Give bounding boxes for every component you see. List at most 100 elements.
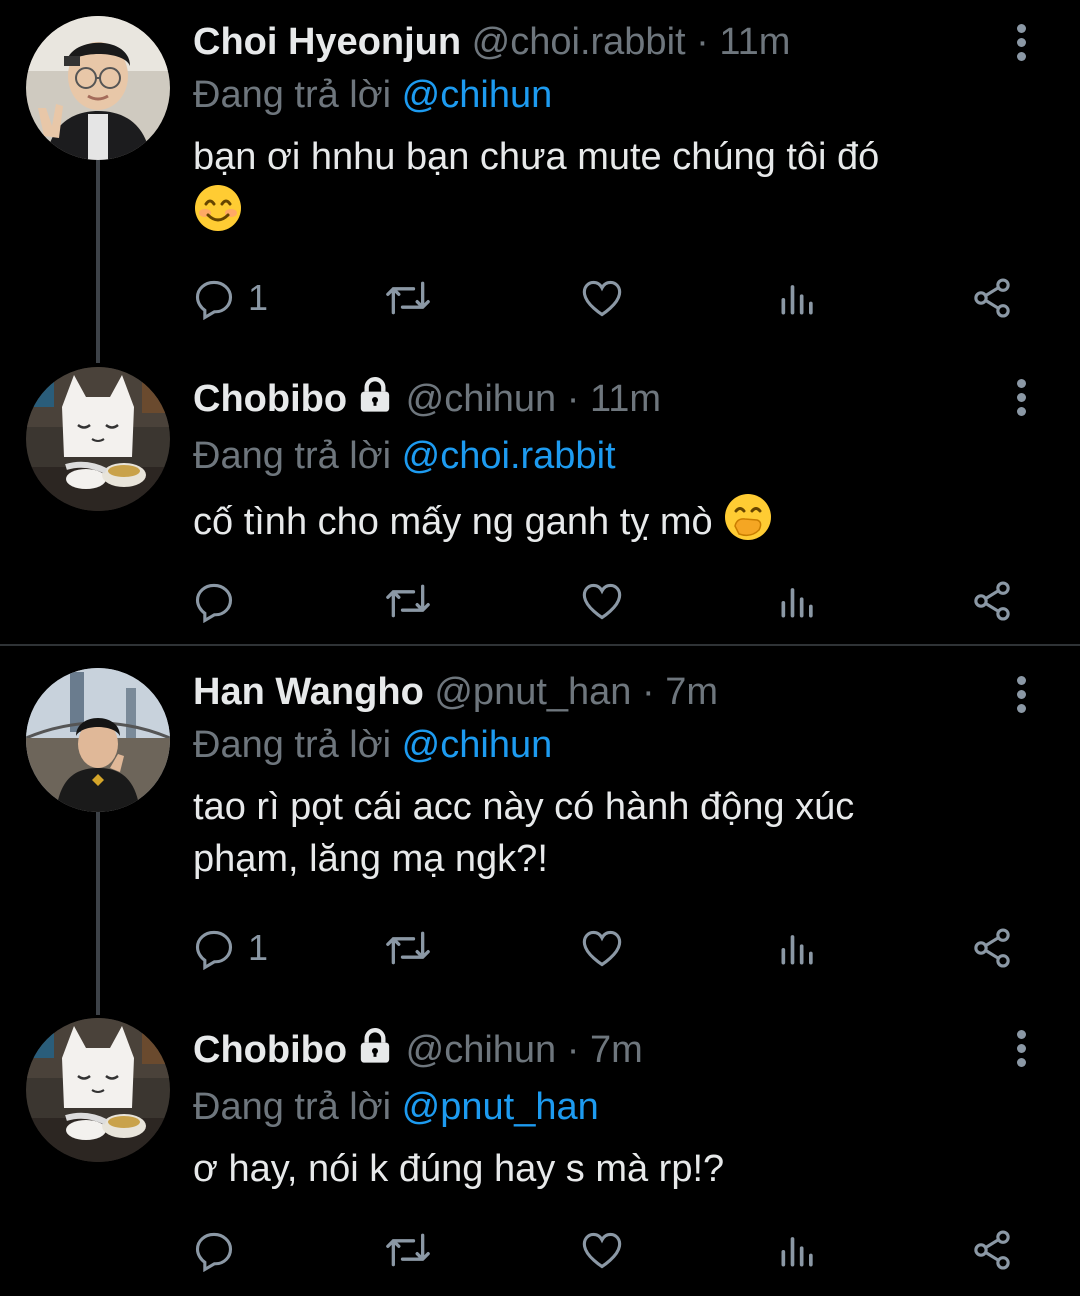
more-vertical-icon [1016, 675, 1026, 685]
more-options-button[interactable] [1003, 365, 1039, 429]
reply-button[interactable] [192, 577, 248, 625]
retweet-icon [386, 281, 430, 315]
user-handle[interactable]: @chihun [406, 378, 557, 420]
like-button[interactable] [580, 577, 624, 625]
reply-icon [195, 280, 233, 320]
reply-button[interactable]: 1 [192, 924, 268, 972]
reply-prefix: Đang trả lời [193, 435, 392, 477]
tweet-card[interactable]: Han Wangho @pnut_han · 7m Đang trả lời @… [0, 650, 1080, 995]
more-vertical-icon [1016, 1029, 1026, 1039]
timestamp[interactable]: · 11m [696, 21, 790, 63]
retweet-button[interactable] [384, 577, 432, 625]
share-icon [974, 581, 1010, 621]
reply-prefix: Đang trả lời [193, 724, 392, 766]
views-button[interactable] [776, 274, 820, 322]
like-button[interactable] [580, 924, 624, 972]
tweet-text-line: cố tình cho mấy ng ganh tỵ mò [193, 501, 713, 544]
user-handle[interactable]: @choi.rabbit [472, 21, 686, 63]
tweet-text: bạn ơi hnhu bạn chưa mute chúng tôi đó [193, 131, 1010, 247]
retweet-icon [386, 584, 430, 618]
avatar[interactable] [26, 16, 170, 160]
reply-prefix: Đang trả lời [193, 74, 392, 116]
reply-context: Đang trả lời @chihun [193, 723, 1010, 767]
avatar[interactable] [26, 367, 170, 511]
more-options-button[interactable] [1003, 662, 1039, 726]
heart-icon [582, 280, 622, 317]
reply-mention-link[interactable]: @chihun [402, 724, 553, 766]
tweet-card[interactable]: Choi Hyeonjun @choi.rabbit · 11m Đang tr… [0, 0, 1080, 340]
tweet-actions: 1 [192, 274, 1022, 322]
retweet-icon [386, 931, 430, 965]
reply-icon [195, 930, 233, 970]
heart-icon [582, 1232, 622, 1269]
more-options-button[interactable] [1003, 1016, 1039, 1080]
bar-chart-icon [781, 1237, 813, 1267]
tweet-actions: 1 [192, 924, 1022, 972]
timestamp[interactable]: · 7m [642, 671, 718, 713]
avatar[interactable] [26, 668, 170, 812]
more-vertical-icon [1016, 378, 1026, 388]
reply-count: 1 [248, 277, 269, 318]
reply-mention-link[interactable]: @chihun [402, 74, 553, 116]
retweet-button[interactable] [384, 1226, 432, 1274]
views-button[interactable] [776, 577, 820, 625]
display-name[interactable]: Chobibo [193, 378, 347, 420]
bar-chart-icon [781, 588, 813, 618]
reply-icon [195, 1232, 233, 1272]
share-button[interactable] [970, 577, 1014, 625]
reply-mention-link[interactable]: @choi.rabbit [402, 435, 616, 477]
tweet-text-line: bạn ơi hnhu bạn chưa mute chúng tôi đó [193, 136, 880, 178]
like-button[interactable] [580, 274, 624, 322]
retweet-icon [386, 1233, 430, 1267]
tweet-header: Han Wangho @pnut_han · 7m [193, 670, 1010, 714]
lock-icon [355, 375, 395, 425]
views-button[interactable] [776, 924, 820, 972]
reply-mention-link[interactable]: @pnut_han [402, 1086, 599, 1128]
tweet-actions [192, 577, 1022, 625]
share-button[interactable] [970, 1226, 1014, 1274]
tweet-actions [192, 1226, 1022, 1274]
tweet-text-line: ơ hay, nói k đúng hay s mà rp!? [193, 1148, 725, 1190]
reply-icon [195, 583, 233, 623]
like-button[interactable] [580, 1226, 624, 1274]
views-button[interactable] [776, 1226, 820, 1274]
reply-count: 1 [248, 927, 269, 968]
reply-context: Đang trả lời @chihun [193, 73, 1010, 117]
retweet-button[interactable] [384, 274, 432, 322]
bar-chart-icon [781, 935, 813, 965]
share-button[interactable] [970, 274, 1014, 322]
heart-icon [582, 930, 622, 967]
share-button[interactable] [970, 924, 1014, 972]
tweet-card[interactable]: Chobibo @chihun · 11m Đang trả lời @choi… [0, 355, 1080, 645]
more-options-button[interactable] [1003, 10, 1039, 74]
face-with-hand-over-mouth-emoji [723, 492, 773, 556]
display-name[interactable]: Chobibo [193, 1029, 347, 1071]
avatar[interactable] [26, 1018, 170, 1162]
display-name[interactable]: Choi Hyeonjun [193, 21, 461, 63]
tweet-header: Choi Hyeonjun @choi.rabbit · 11m [193, 20, 1010, 64]
reply-context: Đang trả lời @choi.rabbit [193, 434, 1010, 478]
reply-prefix: Đang trả lời [193, 1086, 392, 1128]
tweet-card[interactable]: Chobibo @chihun · 7m Đang trả lời @pnut_… [0, 1006, 1080, 1296]
tweet-text: cố tình cho mấy ng ganh tỵ mò [193, 492, 1010, 556]
reply-button[interactable] [192, 1226, 248, 1274]
tweet-text: ơ hay, nói k đúng hay s mà rp!? [193, 1143, 1010, 1195]
display-name[interactable]: Han Wangho [193, 671, 424, 713]
reply-button[interactable]: 1 [192, 274, 268, 322]
heart-icon [582, 583, 622, 620]
user-handle[interactable]: @chihun [406, 1029, 557, 1071]
timestamp[interactable]: · 7m [567, 1029, 643, 1071]
timestamp[interactable]: · 11m [567, 378, 661, 420]
tweet-text-line: phạm, lăng mạ ngk?! [193, 838, 548, 880]
retweet-button[interactable] [384, 924, 432, 972]
more-vertical-icon [1016, 23, 1026, 33]
tweet-divider [0, 644, 1080, 646]
share-icon [974, 1230, 1010, 1270]
user-handle[interactable]: @pnut_han [434, 671, 631, 713]
share-icon [974, 928, 1010, 968]
tweet-text: tao rì pọt cái acc này có hành động xúc … [193, 781, 1010, 885]
bar-chart-icon [781, 285, 813, 315]
tweet-text-line: tao rì pọt cái acc này có hành động xúc [193, 786, 855, 828]
lock-icon [355, 1026, 395, 1076]
tweet-header: Chobibo @chihun · 11m [193, 375, 1010, 425]
